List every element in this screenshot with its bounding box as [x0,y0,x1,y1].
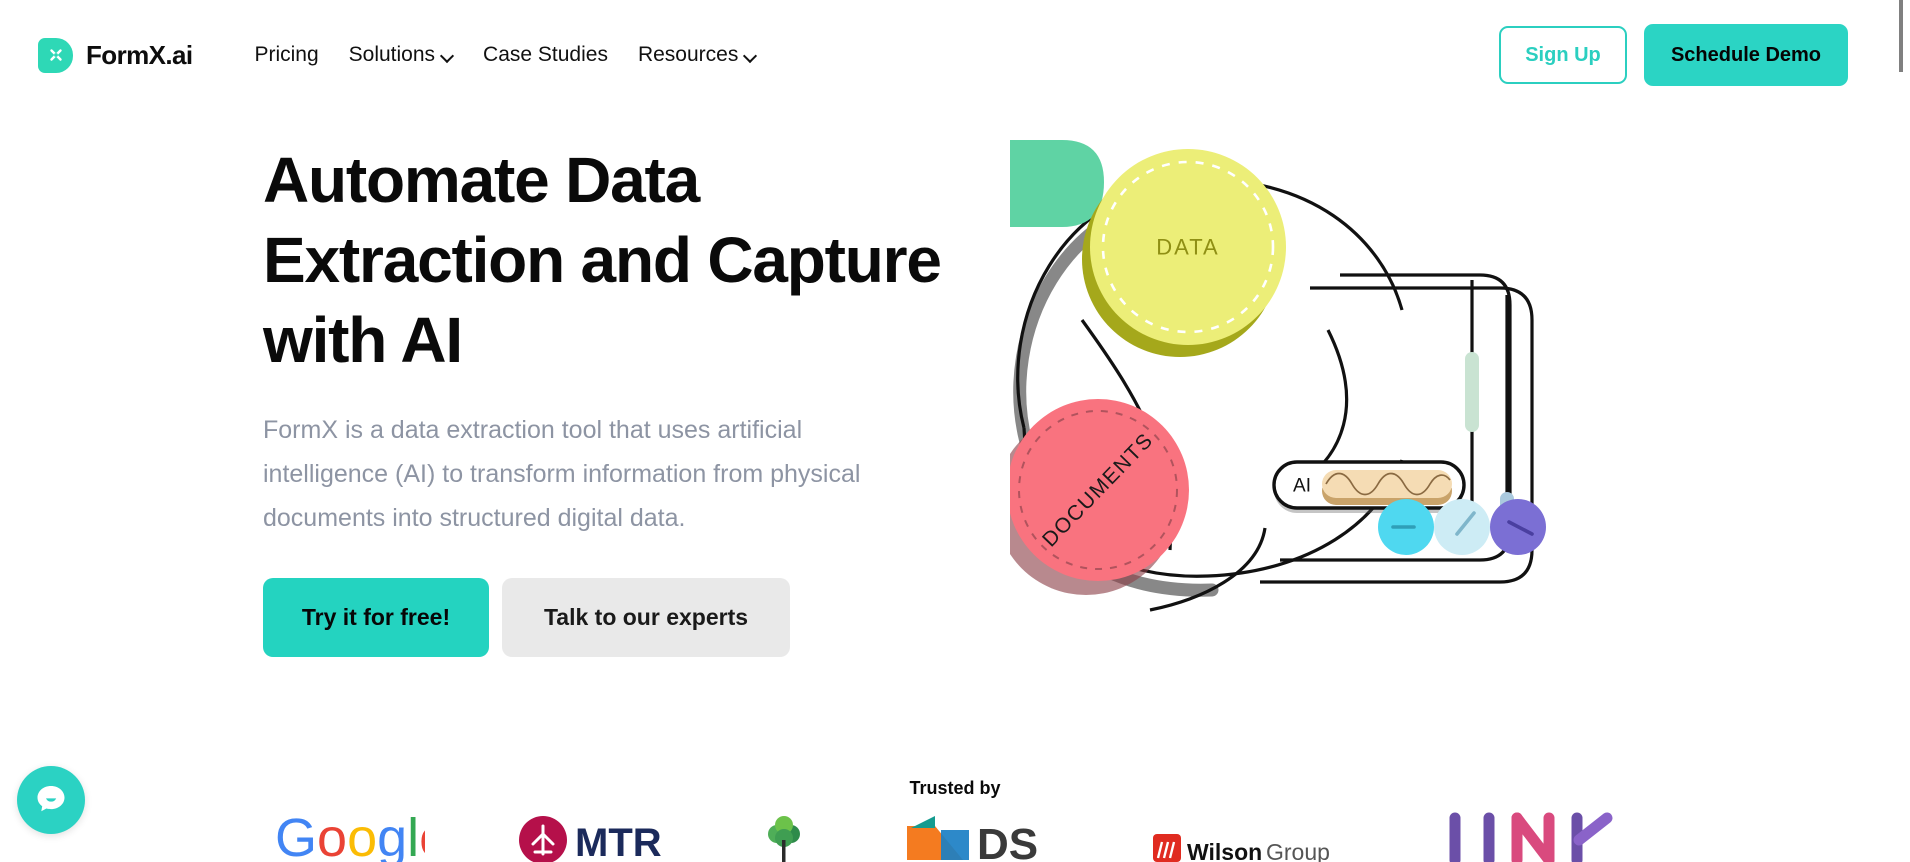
hero-subtitle: FormX is a data extraction tool that use… [263,416,861,532]
hero-text-block: Automate Data Extraction and Capture wit… [263,140,943,657]
green-block-shape [1010,140,1104,227]
trusted-by-section: Trusted by [0,778,1910,799]
logo-tree [759,812,809,862]
nav-item-label: Case Studies [483,43,608,66]
formx-x-logo-icon [38,37,73,73]
trusted-by-label: Trusted by [909,778,1001,798]
svg-text:DS: DS [977,820,1038,862]
brand-logo[interactable]: FormX.ai [38,37,193,73]
svg-text:Group: Group [1266,839,1330,862]
page-root: FormX.ai Pricing Solutions Case Studies … [0,0,1910,862]
hero-cta-group: Try it for free! Talk to our experts [263,578,943,657]
sign-up-button[interactable]: Sign Up [1499,26,1627,84]
x-glyph [38,38,73,73]
logo-wilson-group: Wilson Group [1153,812,1353,862]
clock-dot-purple [1490,499,1546,555]
svg-text:Wilson: Wilson [1187,839,1262,862]
pill-green-indicator [1465,352,1479,432]
nav-item-label: Solutions [348,43,436,66]
talk-to-our-experts-button[interactable]: Talk to our experts [502,578,790,657]
top-navigation-bar: FormX.ai Pricing Solutions Case Studies … [0,0,1890,110]
curve-data-to-ai [1301,329,1349,484]
nav-item-label: Pricing [254,43,319,66]
chat-widget-button[interactable] [17,766,85,834]
schedule-demo-button[interactable]: Schedule Demo [1644,24,1848,86]
svg-text:MTR: MTR [575,821,662,862]
ai-chip-label: AI [1293,476,1311,497]
nav-item-solutions[interactable]: Solutions [349,43,453,67]
svg-text:Google: Google [275,812,425,862]
try-it-for-free-button[interactable]: Try it for free! [263,578,489,657]
nav-item-label: Resources [637,43,739,66]
scrollbar-track[interactable] [1893,0,1910,862]
logo-ds: DS [901,812,1061,862]
page-title: Automate Data Extraction and Capture wit… [263,144,942,376]
nav-action-buttons: Sign Up Schedule Demo [1499,24,1848,86]
logo-google: Google [275,812,425,862]
nav-item-case-studies[interactable]: Case Studies [483,43,608,67]
chat-bubble-icon [33,780,69,821]
nav-item-resources[interactable]: Resources [638,43,756,67]
scrollbar-thumb[interactable] [1899,0,1903,72]
data-bubble-label: DATA [1156,235,1219,260]
trusted-by-logo-row: Google MTR [0,812,1890,862]
logo-mtr: MTR [517,812,667,862]
clock-dot-pale-blue [1434,499,1490,555]
primary-nav-links: Pricing Solutions Case Studies Resources [254,43,756,67]
logo-link [1445,812,1615,862]
nav-item-pricing[interactable]: Pricing [254,43,318,67]
chevron-down-icon [441,50,453,62]
hero-illustration: DATA DOCUMENTS AI [1010,130,1630,730]
clock-dot-cyan [1378,499,1434,555]
brand-name: FormX.ai [86,39,193,70]
chevron-down-icon [744,50,756,62]
hero-illustration-svg: DATA DOCUMENTS AI [1010,140,1546,612]
